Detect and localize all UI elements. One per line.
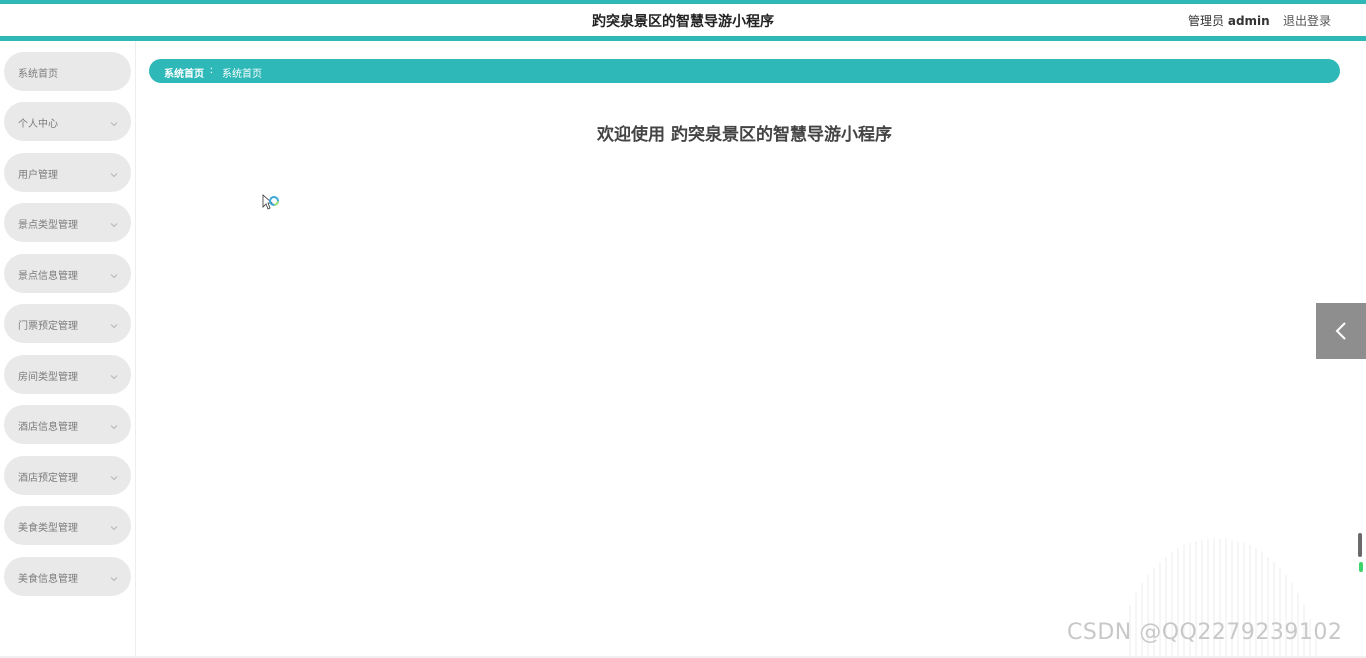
top-header: 趵突泉景区的智慧导游小程序 管理员 admin 退出登录 <box>0 4 1366 36</box>
user-role: 管理员 <box>1188 14 1225 28</box>
sidebar-item-profile[interactable]: 个人中心 <box>4 102 131 141</box>
breadcrumb-home-link[interactable]: 系统首页 <box>164 65 204 80</box>
chevron-down-icon <box>109 417 119 430</box>
chevron-down-icon <box>109 165 119 178</box>
username: admin <box>1227 14 1270 28</box>
sidebar-item-hotel-info[interactable]: 酒店信息管理 <box>4 405 131 444</box>
chevron-left-icon <box>1335 322 1346 340</box>
chevron-down-icon <box>109 367 119 380</box>
chevron-down-icon <box>109 114 119 127</box>
sidebar-item-spot-types[interactable]: 景点类型管理 <box>4 203 131 242</box>
welcome-heading: 欢迎使用 趵突泉景区的智慧导游小程序 <box>597 125 892 145</box>
sidebar-item-label: 景点类型管理 <box>18 220 78 231</box>
sidebar-item-food-info[interactable]: 美食信息管理 <box>4 557 131 596</box>
sidebar-item-users[interactable]: 用户管理 <box>4 153 131 192</box>
sidebar: 系统首页 个人中心 用户管理 景点类型管理 景点信息管理 门票预定管理 房间类型… <box>0 41 136 658</box>
collapse-panel-button[interactable] <box>1316 303 1366 359</box>
sidebar-item-label: 美食类型管理 <box>18 523 78 534</box>
sidebar-item-label: 个人中心 <box>18 119 58 130</box>
scrollbar-thumb[interactable] <box>1358 533 1362 557</box>
breadcrumb-current: 系统首页 <box>222 69 262 80</box>
header-accent-bar <box>0 36 1366 41</box>
watermark: CSDN @QQ2279239102 <box>1067 620 1343 645</box>
sidebar-item-label: 系统首页 <box>18 69 58 80</box>
sidebar-item-hotel-booking[interactable]: 酒店预定管理 <box>4 456 131 495</box>
app-title: 趵突泉景区的智慧导游小程序 <box>592 14 774 30</box>
sidebar-item-label: 酒店预定管理 <box>18 473 78 484</box>
sidebar-item-spot-info[interactable]: 景点信息管理 <box>4 254 131 293</box>
sidebar-item-food-types[interactable]: 美食类型管理 <box>4 506 131 545</box>
sidebar-item-label: 门票预定管理 <box>18 321 78 332</box>
chevron-down-icon <box>109 569 119 582</box>
chevron-down-icon <box>109 316 119 329</box>
chevron-down-icon <box>109 266 119 279</box>
scroll-indicator <box>1359 562 1363 572</box>
sidebar-item-room-types[interactable]: 房间类型管理 <box>4 355 131 394</box>
sidebar-item-label: 美食信息管理 <box>18 574 78 585</box>
breadcrumb: 系统首页 ː 系统首页 <box>149 59 1340 83</box>
sidebar-item-label: 房间类型管理 <box>18 372 78 383</box>
sidebar-item-label: 景点信息管理 <box>18 271 78 282</box>
chevron-down-icon <box>109 468 119 481</box>
current-user: 管理员 admin <box>1188 12 1270 29</box>
chevron-down-icon <box>109 215 119 228</box>
sidebar-item-ticket-booking[interactable]: 门票预定管理 <box>4 304 131 343</box>
sidebar-item-label: 酒店信息管理 <box>18 422 78 433</box>
sidebar-item-home[interactable]: 系统首页 <box>4 52 131 91</box>
busy-cursor-icon <box>262 194 284 214</box>
chevron-down-icon <box>109 518 119 531</box>
sidebar-item-label: 用户管理 <box>18 170 58 181</box>
logout-link[interactable]: 退出登录 <box>1283 12 1331 29</box>
breadcrumb-separator: ː <box>210 65 214 76</box>
